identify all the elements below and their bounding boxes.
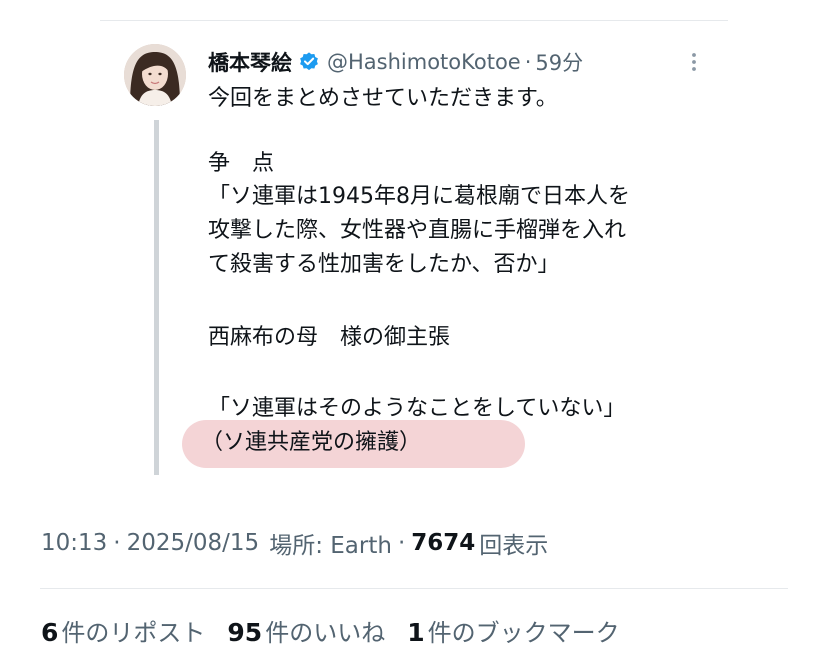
stats-divider — [40, 588, 788, 589]
author-handle[interactable]: @HashimotoKotoe — [327, 50, 521, 74]
more-options-icon[interactable] — [682, 50, 706, 74]
views-label: 回表示 — [479, 533, 549, 559]
tweet-text-line-3: 「ソ連軍は1945年8月に葛根廟で日本人を — [208, 184, 630, 209]
bookmarks-stat[interactable]: 1 件のブックマーク — [407, 613, 619, 648]
time-ago[interactable]: 59分 — [535, 47, 583, 77]
tweet-text-line-6: 西麻布の母 様の御主張 — [208, 325, 451, 350]
tweet-text-line-7: 「ソ連軍はそのようなことをしていない」 — [208, 396, 626, 421]
tweet-text-line-5: て殺害する性加害をしたか、否か」 — [208, 252, 560, 277]
likes-count: 95 — [227, 617, 263, 647]
author-name[interactable]: 橋本琴絵 — [208, 47, 292, 77]
bookmarks-count: 1 — [407, 617, 425, 647]
avatar[interactable] — [124, 44, 186, 106]
tweet-text-line-8: （ソ連共産党の擁護） — [201, 430, 422, 455]
likes-stat[interactable]: 95 件のいいね — [227, 613, 385, 648]
bookmarks-label: 件のブックマーク — [427, 618, 620, 647]
verified-badge-icon[interactable] — [298, 51, 320, 73]
meta-separator-2: · — [397, 530, 406, 556]
thread-line — [154, 120, 159, 475]
reposts-label: 件のリポスト — [61, 618, 206, 647]
tweet-text-line-2: 争 点 — [208, 151, 275, 176]
tweet-text-line-1: 今回をまとめさせていただきます。 — [208, 86, 558, 111]
meta-separator: · — [113, 530, 121, 556]
tweet-header: 橋本琴絵 @HashimotoKotoe · 59分 — [208, 45, 583, 79]
avatar-image — [124, 44, 186, 106]
tweet-meta: 10:13 · 2025/08/15 場所: Earth · 7674 回表示 — [41, 524, 548, 562]
likes-label: 件のいいね — [265, 618, 386, 647]
engagement-stats: 6 件のリポスト 95 件のいいね 1 件のブックマーク — [41, 610, 642, 650]
post-date[interactable]: 2025/08/15 — [127, 530, 260, 556]
reposts-stat[interactable]: 6 件のリポスト — [41, 613, 205, 648]
views-count: 7674 — [411, 530, 476, 556]
post-location: 場所: Earth — [269, 533, 392, 559]
tweet-text-line-4: 攻撃した際、女性器や直腸に手榴弾を入れ — [208, 218, 627, 243]
top-divider — [100, 20, 728, 21]
reposts-count: 6 — [41, 617, 59, 647]
header-separator: · — [524, 50, 532, 74]
post-time[interactable]: 10:13 — [41, 530, 107, 556]
